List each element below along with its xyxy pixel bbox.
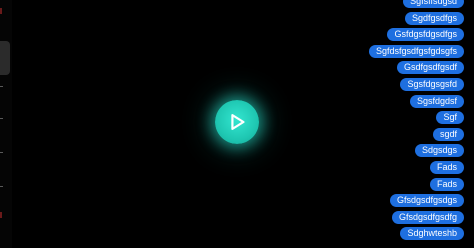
message-list: Sgfsffsdgsd Sgdfgsdfgs Gsfdgsfdgsdfgs Sgfds… xyxy=(368,0,464,244)
message-bubble[interactable]: Gfsdgsdfgsdgs xyxy=(389,194,464,208)
play-icon xyxy=(231,114,245,130)
sidebar-divider xyxy=(0,152,3,153)
play-button[interactable] xyxy=(215,100,259,144)
app-window: Sgfsffsdgsd Sgdfgsdfgs Gsfdgsfdgsdfgs Sgfds… xyxy=(0,0,474,248)
message-bubble[interactable]: Sdgsdgs xyxy=(414,144,464,158)
message-bubble[interactable]: Sdghwteshb xyxy=(400,227,464,241)
message-bubble[interactable]: Gfsdgsdfgsdfg xyxy=(391,210,464,224)
left-sidebar xyxy=(0,0,12,248)
message-bubble[interactable]: Fads xyxy=(429,177,464,191)
sidebar-divider xyxy=(0,118,3,119)
message-bubble[interactable]: Gsfdgsfdgsdfgs xyxy=(387,28,464,42)
message-bubble[interactable]: Gsdfgsdfgsdf xyxy=(396,61,464,75)
message-bubble[interactable]: Sgsfdgdsf xyxy=(409,94,464,108)
sidebar-selected-item[interactable] xyxy=(0,41,10,75)
message-bubble[interactable]: Sgf xyxy=(436,111,464,125)
message-bubble[interactable]: Sgfdsfgsdfgsfgdsgfs xyxy=(368,44,464,58)
message-bubble[interactable]: Sgfsffsdgsd xyxy=(403,0,464,8)
sidebar-indicator xyxy=(0,8,2,14)
message-bubble[interactable]: Fads xyxy=(429,160,464,174)
sidebar-indicator xyxy=(0,212,2,218)
sidebar-divider xyxy=(0,86,3,87)
sidebar-divider xyxy=(0,186,3,187)
message-bubble[interactable]: sgdf xyxy=(432,127,464,141)
message-bubble[interactable]: Sgdfgsdfgs xyxy=(404,11,464,25)
message-bubble[interactable]: Sgsfdgsgsfd xyxy=(400,77,464,91)
